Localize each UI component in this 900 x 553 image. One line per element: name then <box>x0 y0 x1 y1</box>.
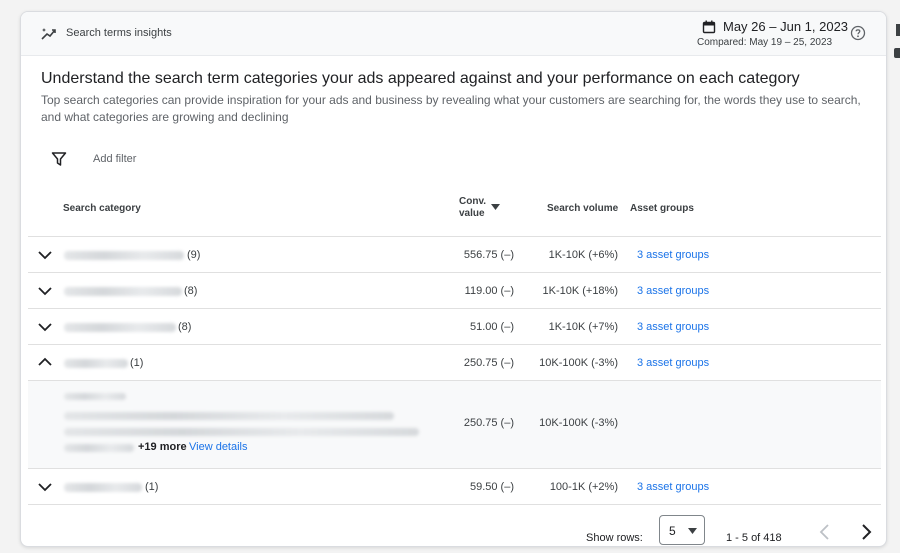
offscreen-edge-element <box>896 24 900 36</box>
page-title: Understand the search term categories yo… <box>41 70 800 87</box>
date-range[interactable]: May 26 – Jun 1, 2023 <box>723 19 848 34</box>
redacted-search-terms <box>64 444 134 452</box>
asset-groups-link[interactable]: 3 asset groups <box>637 285 709 297</box>
view-details-link[interactable]: View details <box>189 441 248 453</box>
offscreen-edge-element <box>894 48 900 58</box>
sort-descending-icon[interactable] <box>491 204 500 210</box>
chevron-down-icon[interactable] <box>38 482 52 492</box>
redacted-category-name <box>64 483 142 492</box>
show-rows-label: Show rows: <box>586 532 643 544</box>
column-header-asset-groups[interactable]: Asset groups <box>630 203 694 214</box>
detail-search-volume: 10K-100K (-3%) <box>539 417 618 429</box>
trending-up-sparkle-icon <box>41 28 56 40</box>
detail-conv-value: 250.75 (–) <box>463 417 514 429</box>
redacted-category-name <box>64 287 182 296</box>
category-count: (8) <box>178 321 192 333</box>
chevron-down-icon[interactable] <box>38 322 52 332</box>
table-row[interactable]: (9) 556.75 (–) 1K-10K (+6%) 3 asset grou… <box>28 236 881 272</box>
redacted-category-name <box>64 323 176 332</box>
redacted-search-terms <box>64 412 394 420</box>
search-volume: 100-1K (+2%) <box>549 481 618 493</box>
table-row[interactable]: (1) 59.50 (–) 100-1K (+2%) 3 asset group… <box>28 468 881 504</box>
search-volume: 1K-10K (+7%) <box>548 321 618 333</box>
filter-icon[interactable] <box>51 151 67 167</box>
chevron-right-icon[interactable] <box>859 524 873 540</box>
help-icon[interactable] <box>850 25 866 41</box>
page-range: 1 - 5 of 418 <box>726 532 782 544</box>
conv-value: 250.75 (–) <box>463 357 514 369</box>
conv-value: 119.00 (–) <box>464 285 514 297</box>
table-row[interactable]: (8) 51.00 (–) 1K-10K (+7%) 3 asset group… <box>28 308 881 344</box>
conv-header-line2: value <box>459 208 485 219</box>
conv-header-line1: Conv. <box>459 196 487 207</box>
chevron-left-icon[interactable] <box>818 524 832 540</box>
conv-value: 51.00 (–) <box>469 321 514 333</box>
column-header-conv-value[interactable]: Conv. value <box>459 196 486 220</box>
caret-down-icon <box>688 528 697 534</box>
redacted-category-name <box>64 251 184 260</box>
pagination-bar: Show rows: 5 1 - 5 of 418 <box>28 504 881 546</box>
rows-per-page-select[interactable]: 5 <box>659 515 705 545</box>
category-count: (8) <box>184 285 198 297</box>
chevron-down-icon[interactable] <box>38 250 52 260</box>
insights-label: Search terms insights <box>66 27 172 39</box>
add-filter-button[interactable]: Add filter <box>93 153 136 165</box>
category-count: (1) <box>145 481 159 493</box>
asset-groups-link[interactable]: 3 asset groups <box>637 249 709 261</box>
column-header-search-volume[interactable]: Search volume <box>547 203 618 214</box>
asset-groups-link[interactable]: 3 asset groups <box>637 481 709 493</box>
search-volume: 1K-10K (+6%) <box>548 249 618 261</box>
card-header: Search terms insights May 26 – Jun 1, 20… <box>21 12 886 56</box>
rows-per-page-value: 5 <box>669 524 676 538</box>
chevron-up-icon[interactable] <box>38 357 52 367</box>
calendar-icon[interactable] <box>702 20 716 34</box>
search-terms-insights-card: Search terms insights May 26 – Jun 1, 20… <box>20 11 887 547</box>
table-row-expanded[interactable]: (1) 250.75 (–) 10K-100K (-3%) 3 asset gr… <box>28 344 881 380</box>
asset-groups-link[interactable]: 3 asset groups <box>637 321 709 333</box>
page-subtitle: Top search categories can provide inspir… <box>41 93 861 124</box>
conv-value: 556.75 (–) <box>463 249 514 261</box>
expanded-detail-row: +19 more View details 250.75 (–) 10K-100… <box>28 380 881 468</box>
compared-range: Compared: May 19 – 25, 2023 <box>697 37 833 48</box>
column-header-search-category[interactable]: Search category <box>63 203 141 214</box>
search-volume: 1K-10K (+18%) <box>542 285 618 297</box>
category-count: (1) <box>130 357 144 369</box>
redacted-search-terms <box>64 428 419 436</box>
chevron-down-icon[interactable] <box>38 286 52 296</box>
table-row[interactable]: (8) 119.00 (–) 1K-10K (+18%) 3 asset gro… <box>28 272 881 308</box>
asset-groups-link[interactable]: 3 asset groups <box>637 357 709 369</box>
conv-value: 59.50 (–) <box>469 481 514 493</box>
redacted-category-name <box>64 359 128 368</box>
redacted-subcategory-title <box>64 393 126 400</box>
search-volume: 10K-100K (-3%) <box>539 357 618 369</box>
category-count: (9) <box>187 249 201 261</box>
more-terms-count: +19 more <box>138 441 187 453</box>
